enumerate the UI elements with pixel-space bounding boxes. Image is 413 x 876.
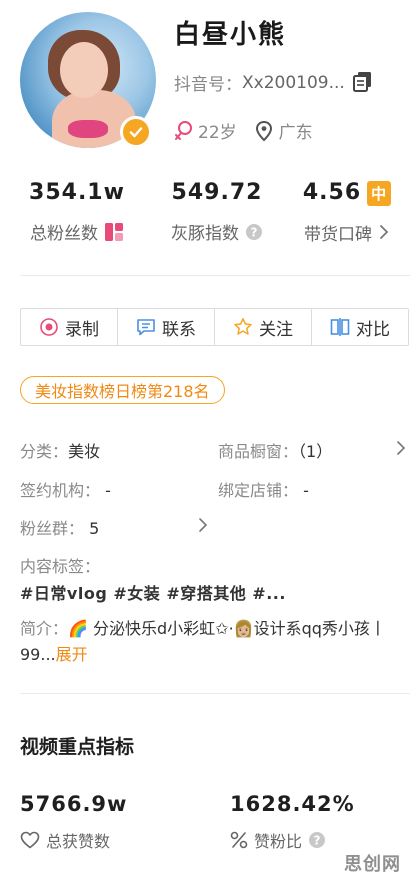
store-value: - <box>303 481 309 500</box>
fan-group-chevron-icon[interactable] <box>198 517 208 533</box>
showcase-chevron-icon[interactable] <box>396 440 406 456</box>
action-bar: 录制 联系 关注 对比 <box>20 308 409 346</box>
fan-group-value: 5 <box>89 519 100 538</box>
compare-label: 对比 <box>356 319 390 340</box>
svg-text:?: ? <box>314 834 321 848</box>
store-row: 绑定店铺： - <box>218 477 309 501</box>
content-tags-label: 内容标签： <box>20 557 101 576</box>
category-value: 美妆 <box>68 442 101 461</box>
divider <box>20 275 410 276</box>
record-button[interactable]: 录制 <box>21 309 118 345</box>
intro-expand-link[interactable]: 展开 <box>56 645 88 664</box>
kpi-ratio: 1628.42% 赞粉比 ? <box>230 792 355 852</box>
chart-icon[interactable] <box>104 222 124 242</box>
content-tags[interactable]: #日常vlog #女装 #穿搭其他 #... <box>20 580 286 604</box>
help-icon[interactable]: ? <box>245 223 263 241</box>
heart-icon <box>20 831 40 849</box>
percent-icon <box>230 831 248 849</box>
message-icon <box>137 319 155 336</box>
female-gender-icon <box>175 120 192 140</box>
showcase-value: （1） <box>298 442 333 461</box>
fan-group-row[interactable]: 粉丝群： 5 <box>20 515 99 539</box>
stat-fans-label: 总粉丝数 <box>30 224 98 244</box>
stat-index-label: 灰豚指数 <box>171 224 239 244</box>
verified-badge-icon <box>120 116 152 148</box>
stats-row: 354.1w 总粉丝数 549.72 灰豚指数 ? 4.56 中 带货口碑 <box>0 180 413 250</box>
location-text: 广东 <box>278 123 313 143</box>
video-section-title: 视频重点指标 <box>20 736 135 758</box>
douyin-id-label: 抖音号： <box>174 75 242 95</box>
likes-value: 5766.9w <box>20 792 128 816</box>
stat-fans[interactable]: 354.1w 总粉丝数 <box>8 180 146 244</box>
compare-button[interactable]: 对比 <box>312 309 408 345</box>
record-icon <box>40 318 58 336</box>
location-pin-icon <box>255 120 272 141</box>
kpi-likes: 5766.9w 总获赞数 <box>20 792 127 852</box>
divider <box>20 693 410 694</box>
compare-icon <box>330 318 350 336</box>
watermark: 思创网 <box>344 854 401 875</box>
fan-group-label: 粉丝群： <box>20 519 85 538</box>
stat-fans-value: 354.1w <box>29 180 125 205</box>
intro-block: 简介：🌈 分泌快乐d小彩虹✩·👩🏼设计系qq秀小孩丨99...展开 <box>20 616 400 668</box>
help-icon[interactable]: ? <box>308 831 326 849</box>
douyin-id-value: Xx200109... <box>242 72 345 93</box>
record-label: 录制 <box>65 319 99 340</box>
category-row: 分类：美妆 <box>20 438 100 462</box>
contact-label: 联系 <box>162 319 196 340</box>
contact-button[interactable]: 联系 <box>118 309 215 345</box>
showcase-row[interactable]: 商品橱窗：（1） <box>218 438 332 462</box>
profile-name: 白昼小熊 <box>174 20 287 50</box>
douyin-id-row: 抖音号： Xx200109... <box>174 70 345 96</box>
stat-index[interactable]: 549.72 灰豚指数 ? <box>148 180 286 244</box>
chevron-right-icon[interactable] <box>378 223 390 241</box>
stat-reputation-label: 带货口碑 <box>304 224 372 245</box>
stat-reputation-value: 4.56 <box>302 180 362 205</box>
stat-index-value: 549.72 <box>171 180 263 205</box>
agency-label: 签约机构： <box>20 481 101 500</box>
stat-reputation[interactable]: 4.56 中 带货口碑 <box>278 180 413 245</box>
profile-meta: 22岁 广东 <box>174 118 331 143</box>
category-label: 分类： <box>20 442 69 461</box>
agency-row: 签约机构： - <box>20 477 111 501</box>
svg-text:?: ? <box>251 225 258 239</box>
avatar-wrap[interactable] <box>20 12 156 148</box>
ratio-value: 1628.42% <box>230 792 355 816</box>
intro-label: 简介： <box>20 619 69 638</box>
star-icon <box>234 318 252 335</box>
copy-icon[interactable] <box>352 70 374 92</box>
agency-value: - <box>105 481 111 500</box>
store-label: 绑定店铺： <box>218 481 299 500</box>
showcase-label: 商品橱窗： <box>218 442 299 461</box>
reputation-level-badge: 中 <box>367 180 392 206</box>
follow-label: 关注 <box>259 319 293 340</box>
location-segment: 广东 <box>255 118 313 143</box>
age-segment: 22岁 <box>174 118 237 143</box>
follow-button[interactable]: 关注 <box>215 309 312 345</box>
age-text: 22岁 <box>198 123 237 143</box>
ratio-label: 赞粉比 <box>254 832 303 851</box>
rank-badge[interactable]: 美妆指数榜日榜第218名 <box>20 376 225 404</box>
likes-label: 总获赞数 <box>46 832 111 851</box>
profile-header: 白昼小熊 抖音号： Xx200109... 22岁 广东 <box>0 0 413 170</box>
